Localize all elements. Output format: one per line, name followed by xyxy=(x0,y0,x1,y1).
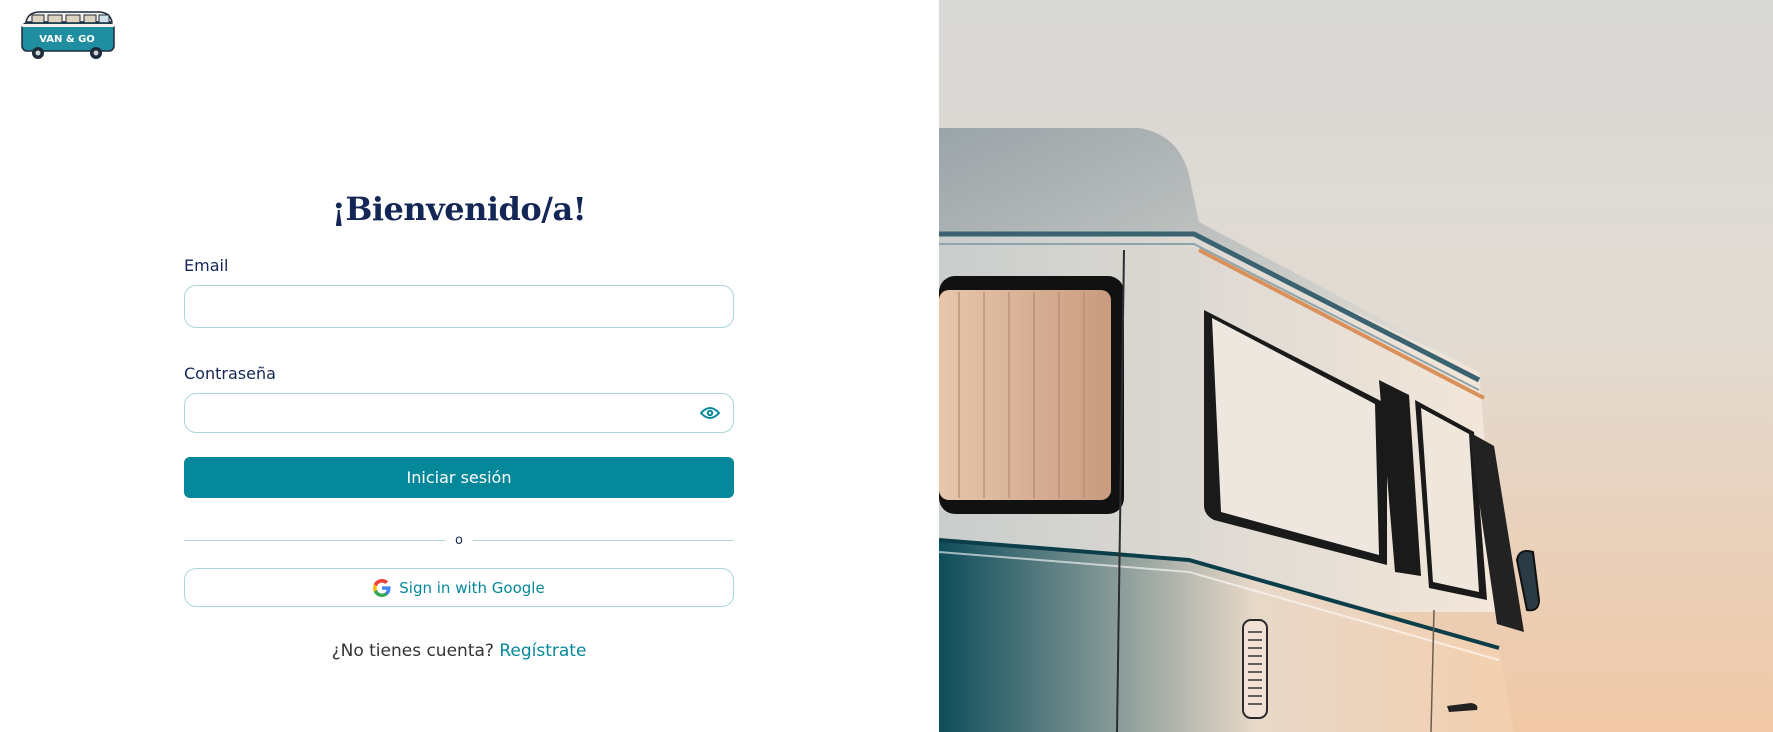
google-signin-button[interactable]: Sign in with Google xyxy=(184,568,734,607)
signup-prompt: ¿No tienes cuenta? xyxy=(331,641,494,661)
hero-image xyxy=(939,0,1773,732)
password-field[interactable] xyxy=(184,393,734,433)
email-label: Email xyxy=(184,256,229,275)
password-field-wrapper xyxy=(184,393,734,433)
logo-text: VAN & GO xyxy=(39,34,95,45)
divider-line-left xyxy=(184,539,446,541)
login-panel: VAN & GO ¡Bienvenido/a! Email Contraseña… xyxy=(0,0,939,732)
login-button[interactable]: Iniciar sesión xyxy=(184,457,734,498)
signup-link[interactable]: Regístrate xyxy=(499,641,586,661)
password-label: Contraseña xyxy=(184,364,276,383)
divider-line-right xyxy=(472,539,734,541)
signup-row: ¿No tienes cuenta? Regístrate xyxy=(184,641,734,661)
google-signin-label: Sign in with Google xyxy=(399,578,545,597)
camper-van-photo xyxy=(939,0,1773,732)
email-field-wrapper xyxy=(184,285,734,328)
divider-text: o xyxy=(455,532,463,548)
page-title: ¡Bienvenido/a! xyxy=(331,190,587,228)
or-divider: o xyxy=(184,530,734,550)
email-field[interactable] xyxy=(184,285,734,328)
van-and-go-logo[interactable]: VAN & GO xyxy=(18,8,116,62)
login-form: ¡Bienvenido/a! Email Contraseña Iniciar … xyxy=(184,190,734,661)
eye-icon[interactable] xyxy=(700,405,720,421)
google-icon xyxy=(373,578,391,597)
